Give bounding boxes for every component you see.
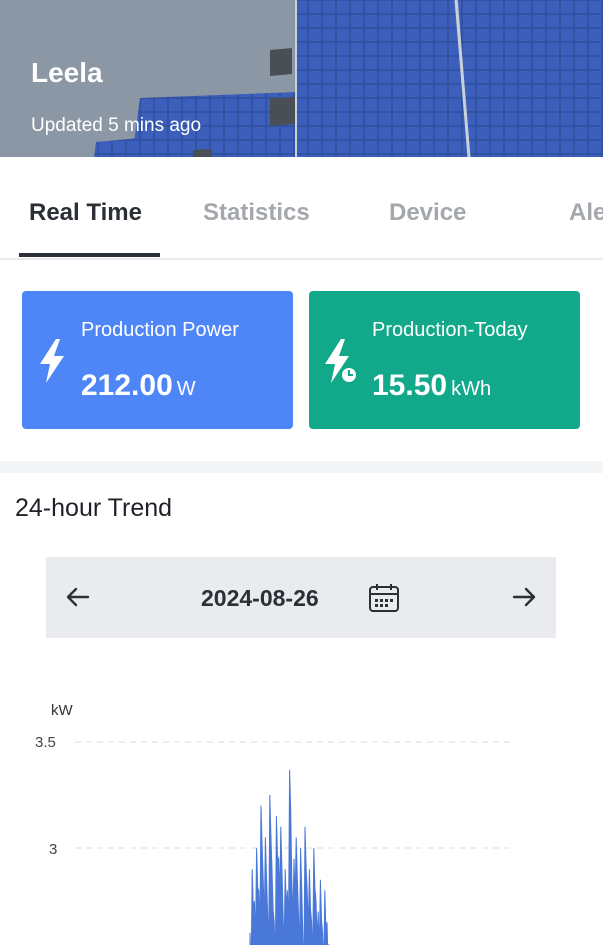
- site-name: Leela: [31, 57, 103, 88]
- production-power-value: 212.00 W: [81, 369, 196, 403]
- production-today-unit: kWh: [451, 378, 492, 400]
- y-tick-label: 3.5: [35, 734, 56, 751]
- production-today-number: 15.50: [372, 369, 448, 402]
- production-power-label: Production Power: [81, 319, 239, 341]
- production-today-value: 15.50 kWh: [372, 369, 491, 403]
- header-banner: Leela Updated 5 mins ago: [0, 0, 603, 157]
- production-power-card[interactable]: Production Power 212.00 W: [22, 291, 293, 429]
- chart-gridlines: [75, 741, 510, 849]
- trend-title: 24-hour Trend: [15, 494, 173, 522]
- production-power-unit: W: [176, 378, 196, 400]
- production-today-label: Production-Today: [372, 319, 528, 341]
- tab-real-time[interactable]: Real Time: [29, 199, 142, 227]
- calendar-icon[interactable]: [368, 583, 400, 618]
- selected-date[interactable]: 2024-08-26: [201, 585, 319, 612]
- production-power-number: 212.00: [81, 369, 173, 402]
- tab-device[interactable]: Device: [389, 199, 466, 227]
- bolt-clock-icon: [323, 339, 359, 390]
- y-axis-unit: kW: [51, 702, 74, 719]
- arrow-right-icon[interactable]: [508, 581, 540, 613]
- y-tick-label: 3: [49, 841, 57, 858]
- bolt-icon: [36, 339, 68, 388]
- active-tab-indicator: [19, 253, 160, 257]
- last-updated: Updated 5 mins ago: [31, 115, 202, 136]
- trend-chart: kW 3.5 3: [35, 702, 510, 945]
- section-divider: [0, 461, 603, 473]
- arrow-left-icon[interactable]: [62, 581, 94, 613]
- chart-series: [249, 769, 330, 945]
- tab-bar: Real Time Statistics Device Alerts: [0, 159, 603, 260]
- tab-statistics[interactable]: Statistics: [203, 199, 310, 227]
- production-today-card[interactable]: Production-Today 15.50 kWh: [309, 291, 580, 429]
- date-selector: 2024-08-26: [46, 557, 556, 638]
- tab-alerts[interactable]: Alerts: [569, 199, 603, 227]
- production-area-series: [249, 769, 330, 945]
